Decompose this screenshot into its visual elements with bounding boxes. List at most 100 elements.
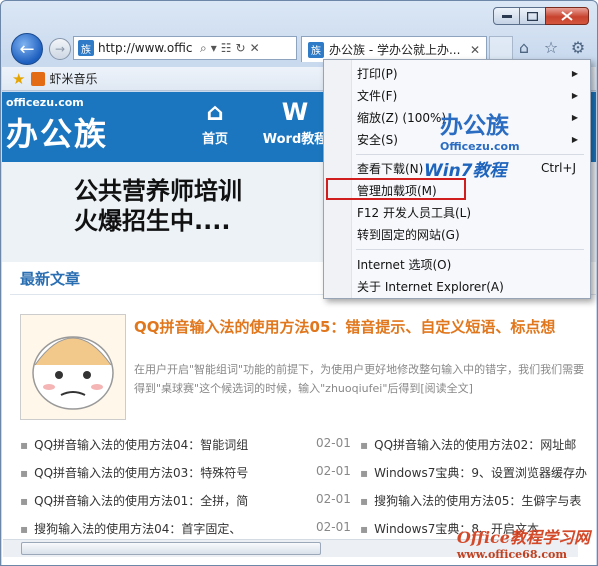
menu-item-print[interactable]: 打印(P) ▶ — [352, 62, 586, 84]
list-item-title: 搜狗输入法的使用方法05：生僻字与表 — [374, 494, 582, 508]
scrollbar-thumb[interactable] — [21, 542, 321, 555]
brand-name: 办公族 — [440, 113, 509, 139]
article-thumbnail[interactable] — [20, 314, 126, 420]
win7-tutorial-label: Win7教程 — [424, 161, 507, 181]
menu-item-label: F12 开发人员工具(L) — [357, 205, 472, 220]
brand-overlay: 办公族 Officezu.com — [440, 106, 520, 153]
submenu-arrow-icon: ▶ — [571, 112, 578, 122]
menu-item-internet-options[interactable]: Internet 选项(O) — [352, 253, 586, 275]
watermark-line-2: www.office68.com — [456, 548, 567, 561]
tab-close-icon[interactable]: ✕ — [470, 43, 480, 57]
list-item-title: QQ拼音输入法的使用方法02：网址邮 — [374, 438, 577, 452]
caption-buttons — [493, 7, 589, 25]
tools-menu: 打印(P) ▶ 文件(F) ▶ 缩放(Z) (100%) ▶ 安全(S) ▶ 查看下载(… — [323, 59, 591, 299]
list-item[interactable]: ▪ QQ拼音输入法的使用方法04：智能词组 — [20, 436, 248, 453]
menu-item-f12-devtools[interactable]: F12 开发人员工具(L) — [352, 201, 586, 223]
minimize-button[interactable] — [493, 7, 520, 25]
menu-item-pinned-sites[interactable]: 转到固定的网站(G) — [352, 223, 586, 245]
site-favicon-icon: 族 — [78, 40, 94, 56]
favorites-star-icon[interactable]: ☆ — [542, 38, 560, 57]
home-icon[interactable]: ⌂ — [515, 38, 533, 57]
list-item[interactable]: ▪ QQ拼音输入法的使用方法01：全拼，简 — [20, 492, 248, 509]
xiami-icon — [31, 71, 46, 86]
home-icon: ⌂ — [206, 98, 224, 126]
search-icon[interactable]: ⌕ — [200, 41, 207, 56]
list-date: 02-01 — [316, 436, 351, 450]
back-arrow-icon: ← — [19, 38, 35, 60]
list-date: 02-01 — [316, 464, 351, 478]
watermark: Office教程学习网 www.office68.com — [457, 524, 590, 561]
tab-title: 办公族 - 学办公就上办... — [329, 43, 461, 57]
menu-item-file[interactable]: 文件(F) ▶ — [352, 84, 586, 106]
close-button[interactable] — [545, 7, 589, 25]
favorites-star-icon[interactable]: ★ — [12, 70, 25, 88]
ie-window: ← → 族 http://www.offic ⌕ ▾ ☷ ↻ ✕ 族 办公族 -… — [0, 0, 598, 566]
forward-button[interactable]: → — [49, 38, 71, 60]
list-item-title: Windows7宝典：9、设置浏览器缓存办 — [374, 466, 587, 480]
command-icons: ⌂ ☆ ⚙ — [515, 38, 587, 57]
new-tab-button[interactable] — [489, 36, 513, 60]
nav-word-label: Word教程 — [262, 132, 328, 147]
site-logo[interactable]: officezu.com 办公族 — [6, 96, 166, 156]
address-bar[interactable]: 族 http://www.offic ⌕ ▾ ☷ ↻ ✕ — [73, 36, 297, 60]
menu-item-label: Internet 选项(O) — [357, 257, 452, 272]
close-icon — [561, 11, 573, 21]
list-item-title: 搜狗输入法的使用方法04：首字固定、 — [34, 522, 242, 536]
submenu-arrow-icon: ▶ — [571, 134, 578, 144]
compatibility-icon[interactable]: ☷ — [221, 41, 232, 56]
banner-line-1: 公共营养师培训 — [74, 177, 242, 205]
list-item[interactable]: ▪ QQ拼音输入法的使用方法03：特殊符号 — [20, 464, 248, 481]
list-date: 02-01 — [316, 492, 351, 506]
watermark-line-1: Office教程学习网 — [456, 528, 590, 547]
menu-item-label: 安全(S) — [357, 132, 398, 147]
menu-separator — [356, 249, 584, 250]
banner-line-2: 火爆招生中.... — [74, 207, 231, 235]
logo-domain: officezu.com — [6, 96, 84, 109]
submenu-arrow-icon: ▶ — [571, 68, 578, 78]
stop-icon[interactable]: ✕ — [250, 41, 260, 56]
maximize-icon — [527, 11, 538, 21]
list-item[interactable]: ▪ 搜狗输入法的使用方法05：生僻字与表 — [360, 492, 581, 509]
nav-home-label: 首页 — [201, 132, 228, 147]
highlight-box — [326, 178, 466, 200]
submenu-arrow-icon: ▶ — [571, 90, 578, 100]
article-title[interactable]: QQ拼音输入法的使用方法05：错音提示、自定义短语、标点想 — [134, 316, 594, 338]
menu-item-label: 查看下载(N) — [357, 161, 424, 176]
nav-home[interactable]: ⌂ 首页 — [180, 98, 250, 147]
menu-item-shortcut: Ctrl+J — [541, 161, 576, 175]
article-description: 在用户开启"智能组词"功能的前提下，为使用户更好地修改整句输入中的错字，我们我们… — [134, 363, 585, 395]
refresh-icon[interactable]: ↻ — [236, 41, 246, 56]
menu-item-label: 打印(P) — [357, 66, 398, 81]
section-title: 最新文章 — [20, 270, 81, 288]
favorites-item[interactable]: 虾米音乐 — [31, 70, 97, 87]
menu-item-label: 关于 Internet Explorer(A) — [357, 279, 504, 294]
brand-domain: Officezu.com — [440, 140, 520, 153]
menu-separator — [356, 154, 584, 155]
address-text[interactable]: http://www.offic — [98, 41, 196, 55]
address-actions: ⌕ ▾ ☷ ↻ ✕ — [200, 41, 260, 56]
menu-item-label: 转到固定的网站(G) — [357, 227, 460, 242]
menu-item-label: 文件(F) — [357, 88, 398, 103]
forward-arrow-icon: → — [54, 42, 66, 56]
tools-gear-icon[interactable]: ⚙ — [569, 38, 587, 57]
list-date: 02-01 — [316, 520, 351, 534]
menu-item-about-ie[interactable]: 关于 Internet Explorer(A) — [352, 275, 586, 297]
list-item-title: QQ拼音输入法的使用方法01：全拼，简 — [34, 494, 249, 508]
back-button[interactable]: ← — [11, 33, 43, 65]
favorites-item-label: 虾米音乐 — [49, 72, 98, 86]
tab-favicon-icon: 族 — [308, 41, 324, 58]
word-icon: W — [281, 98, 309, 126]
list-item[interactable]: ▪ QQ拼音输入法的使用方法02：网址邮 — [360, 436, 576, 453]
minimize-icon — [501, 15, 512, 18]
list-item[interactable]: ▪ Windows7宝典：9、设置浏览器缓存办 — [360, 464, 587, 481]
menu-item-label: 缩放(Z) (100%) — [357, 110, 447, 125]
list-item-title: QQ拼音输入法的使用方法04：智能词组 — [34, 438, 249, 452]
nav-word[interactable]: W Word教程 — [260, 98, 330, 147]
list-item-title: QQ拼音输入法的使用方法03：特殊符号 — [34, 466, 249, 480]
cartoon-face-icon — [32, 336, 114, 410]
dropdown-icon[interactable]: ▾ — [211, 41, 217, 56]
list-item[interactable]: ▪ 搜狗输入法的使用方法04：首字固定、 — [20, 520, 241, 537]
maximize-button[interactable] — [519, 7, 546, 25]
logo-name: 办公族 — [6, 115, 109, 153]
banner-text: 公共营养师培训 火爆招生中.... — [74, 176, 242, 236]
